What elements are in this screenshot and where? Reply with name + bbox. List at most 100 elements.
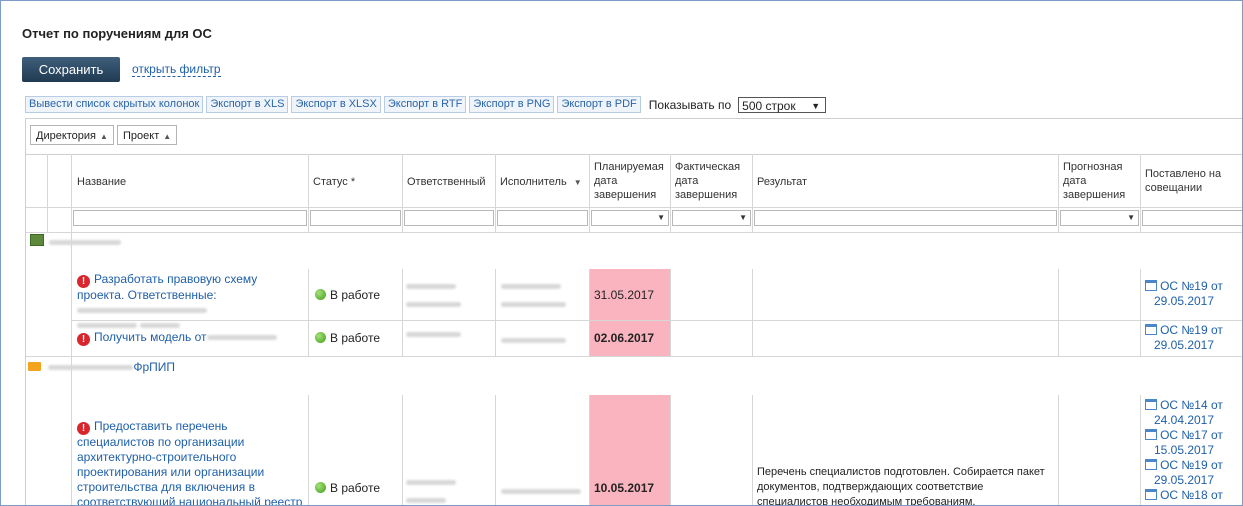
sort-down-icon: ▼ <box>573 178 582 187</box>
col-divider <box>495 154 496 233</box>
dropdown-arrow-icon: ▼ <box>657 213 665 222</box>
dropdown-arrow-icon: ▼ <box>811 100 821 111</box>
calendar-icon <box>1145 489 1158 500</box>
directory-icon <box>30 234 44 246</box>
task-link[interactable]: ! Получить модель от <box>77 330 305 346</box>
meeting-link[interactable]: ОС №17 от 15.05.2017 <box>1144 428 1224 458</box>
responsible-cell <box>406 327 461 341</box>
col-divider <box>589 154 590 233</box>
export-xlsx-button[interactable]: Экспорт в XLSX <box>291 96 381 113</box>
report-window: Отчет по поручениям для ОС Сохранить отк… <box>0 0 1243 506</box>
rows-per-page-value: 500 строк <box>742 98 796 113</box>
status-text: В работе <box>330 331 381 345</box>
col-divider <box>308 269 309 356</box>
meeting-link[interactable]: ОС №19 от 29.05.2017 <box>1144 458 1224 488</box>
filter-forecast-input[interactable]: ▼ <box>1060 210 1139 226</box>
row-divider <box>71 320 1242 321</box>
show-hidden-columns-button[interactable]: Вывести список скрытых колонок <box>25 96 204 113</box>
col-header-actual[interactable]: Фактическая дата завершения <box>675 160 749 202</box>
task-link[interactable]: ! Предоставить перечень специалистов по о… <box>77 419 307 505</box>
col-divider <box>670 395 671 505</box>
col-divider <box>752 154 753 233</box>
col-divider <box>308 395 309 505</box>
col-divider <box>1058 154 1059 233</box>
redacted-text <box>49 240 122 246</box>
meeting-text: ОС №18 от <box>1160 488 1223 502</box>
error-icon: ! <box>77 275 90 288</box>
redacted-text <box>501 302 566 308</box>
task-name: Получить модель от <box>94 330 207 344</box>
group-chip-label: Директория <box>36 130 97 142</box>
open-filter-link[interactable]: открыть фильтр <box>132 63 221 77</box>
export-png-button[interactable]: Экспорт в PNG <box>469 96 555 113</box>
rows-per-page-select[interactable]: 500 строк ▼ <box>738 96 827 113</box>
task-name: Разработать правовую схему проекта. Отве… <box>77 272 258 302</box>
col-header-name[interactable]: Название <box>77 175 126 189</box>
page-title: Отчет по поручениям для ОС <box>22 26 212 41</box>
group-row-2[interactable]: ФрПИП <box>28 360 175 374</box>
planned-date: 10.05.2017 <box>594 481 655 495</box>
redacted-text <box>406 498 446 504</box>
group-row-1[interactable] <box>30 234 122 249</box>
export-toolbar: Вывести список скрытых колонок Экспорт в… <box>25 96 827 113</box>
meeting-link[interactable]: ОС №14 от 24.04.2017 <box>1144 398 1224 428</box>
meeting-text: ОС №19 от 29.05.2017 <box>1153 279 1223 308</box>
redacted-text <box>501 489 581 495</box>
redacted-text <box>206 335 277 341</box>
calendar-icon <box>1145 459 1158 470</box>
group-chip-directory[interactable]: Директория ▲ <box>30 125 114 145</box>
col-header-status[interactable]: Статус * <box>313 175 355 189</box>
col-divider <box>1058 269 1059 356</box>
filter-responsible-input[interactable] <box>404 210 494 226</box>
col-divider <box>1140 269 1141 356</box>
col-divider <box>670 154 671 233</box>
status-cell: В работе <box>315 331 380 345</box>
col-header-forecast[interactable]: Прогнозная дата завершения <box>1063 160 1135 202</box>
executor-cell <box>501 484 581 498</box>
col-header-meeting[interactable]: Поставлено на совещании <box>1145 167 1235 195</box>
col-divider <box>402 395 403 505</box>
group-chip-project[interactable]: Проект ▲ <box>117 125 178 145</box>
filter-result-input[interactable] <box>754 210 1057 226</box>
filter-planned-input[interactable]: ▼ <box>591 210 669 226</box>
error-icon: ! <box>77 422 90 435</box>
status-text: В работе <box>330 288 381 302</box>
col-header-responsible[interactable]: Ответственный <box>407 175 486 189</box>
col-header-planned[interactable]: Планируемая дата завершения <box>594 160 668 202</box>
dropdown-arrow-icon: ▼ <box>1127 213 1135 222</box>
executor-cell <box>501 333 566 347</box>
filter-executor-input[interactable] <box>497 210 588 226</box>
export-rtf-button[interactable]: Экспорт в RTF <box>383 96 467 113</box>
row-divider <box>26 356 1242 357</box>
col-divider <box>402 154 403 233</box>
filter-actual-input[interactable]: ▼ <box>672 210 751 226</box>
filter-meeting-input[interactable] <box>1142 210 1242 226</box>
redacted-text <box>406 302 461 308</box>
filter-name-input[interactable] <box>73 210 307 226</box>
col-divider <box>1058 395 1059 505</box>
col-divider <box>308 154 309 233</box>
meeting-link[interactable]: ОС №19 от 29.05.2017 <box>1144 279 1224 309</box>
col-header-executor[interactable]: Исполнитель ▼ <box>500 175 582 190</box>
task-link[interactable]: ! Разработать правовую схему проекта. Отв… <box>77 272 305 333</box>
report-grid: Директория ▲ Проект ▲ Название Статус * От… <box>25 118 1242 505</box>
export-pdf-button[interactable]: Экспорт в PDF <box>557 96 641 113</box>
col-divider <box>402 269 403 356</box>
col-header-result[interactable]: Результат <box>757 175 807 189</box>
executor-cell <box>501 279 566 308</box>
header-divider <box>26 207 1242 208</box>
col-divider <box>495 269 496 356</box>
meeting-text: ОС №19 от 29.05.2017 <box>1153 323 1223 352</box>
meeting-text: ОС №14 от 24.04.2017 <box>1153 398 1223 427</box>
col-divider <box>1140 395 1141 505</box>
col-divider <box>670 269 671 356</box>
meeting-text: ОС №19 от 29.05.2017 <box>1153 458 1223 487</box>
meeting-link[interactable]: ОС №19 от 29.05.2017 <box>1144 323 1224 353</box>
meeting-link[interactable]: ОС №18 от <box>1144 488 1224 503</box>
export-xls-button[interactable]: Экспорт в XLS <box>206 96 289 113</box>
filter-status-input[interactable] <box>310 210 401 226</box>
col-divider <box>1140 154 1141 233</box>
redacted-text <box>77 323 137 329</box>
save-button[interactable]: Сохранить <box>22 57 120 82</box>
redacted-text <box>501 338 566 344</box>
